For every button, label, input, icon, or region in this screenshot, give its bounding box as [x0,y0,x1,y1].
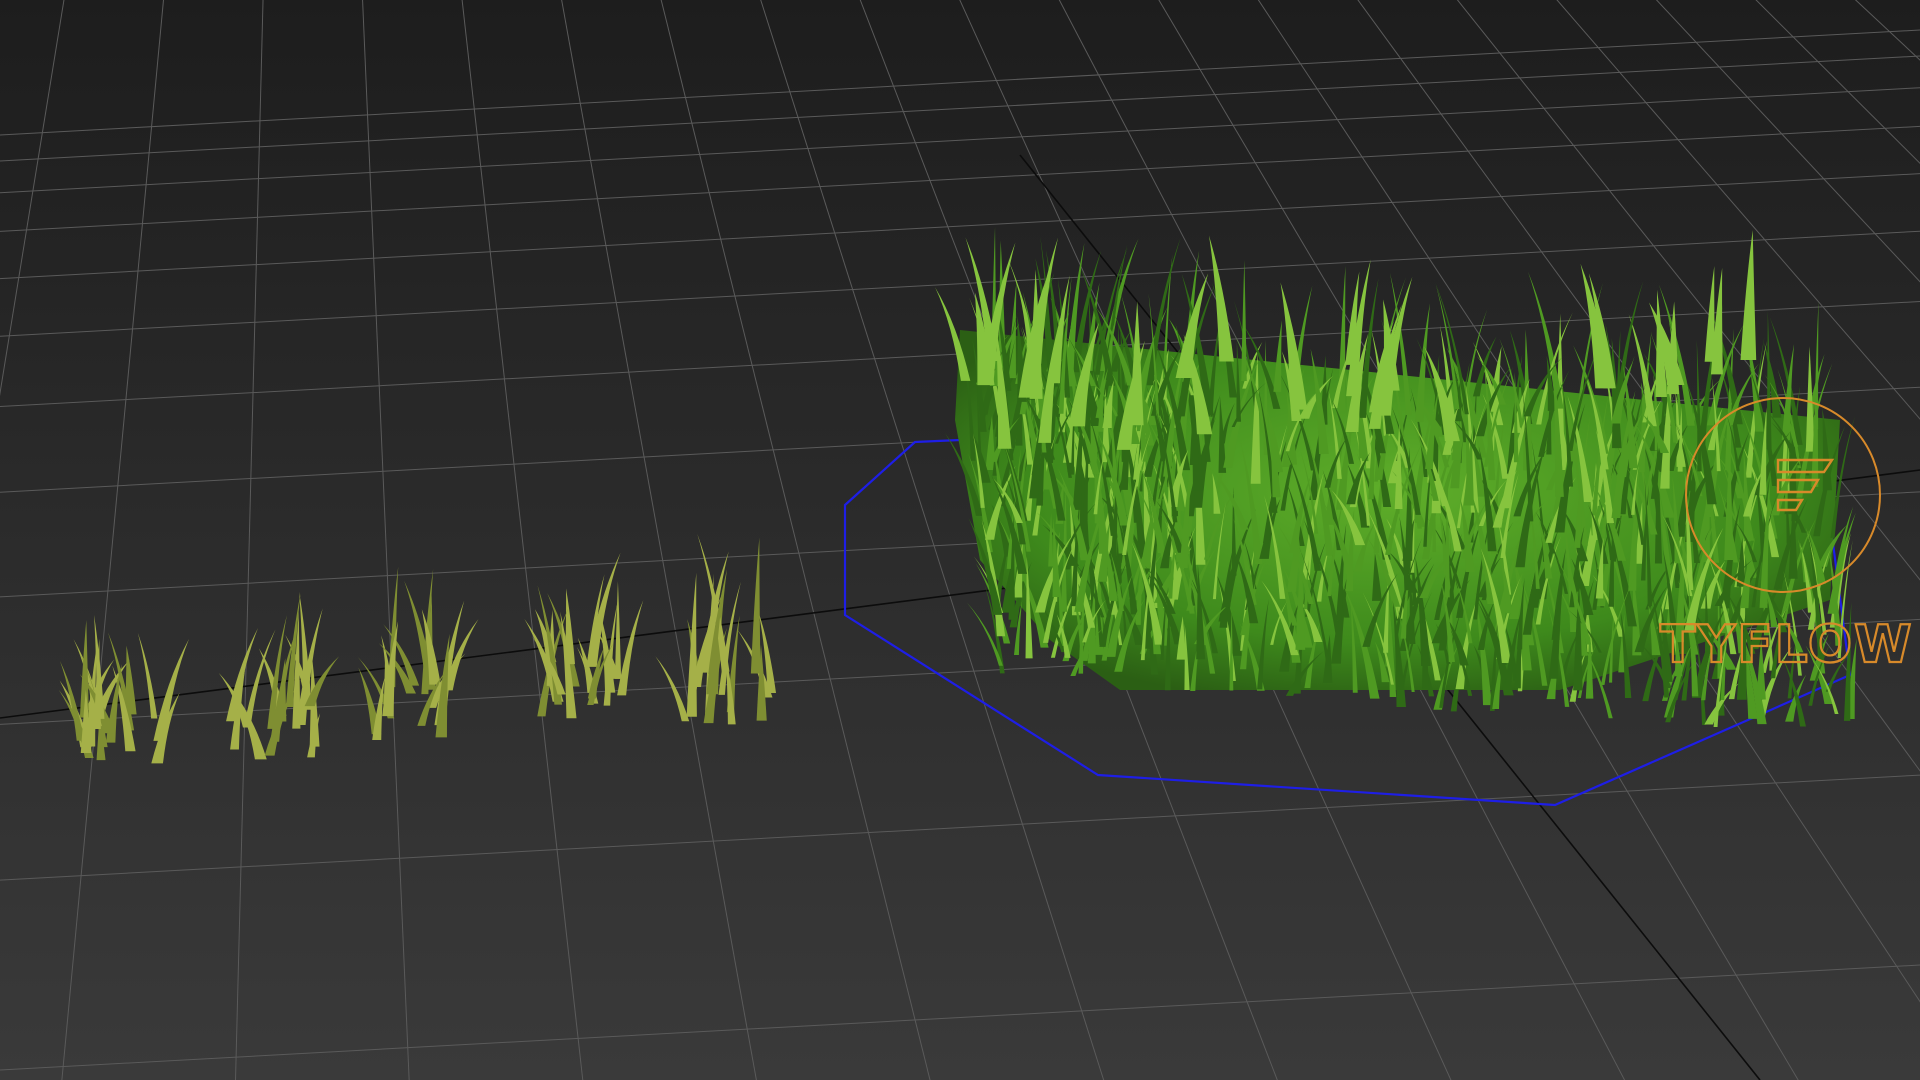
viewport-3d[interactable]: TYFLOW [0,0,1920,1080]
viewport-canvas[interactable]: TYFLOW [0,0,1920,1080]
tyflow-gizmo-label: TYFLOW [1660,615,1914,675]
